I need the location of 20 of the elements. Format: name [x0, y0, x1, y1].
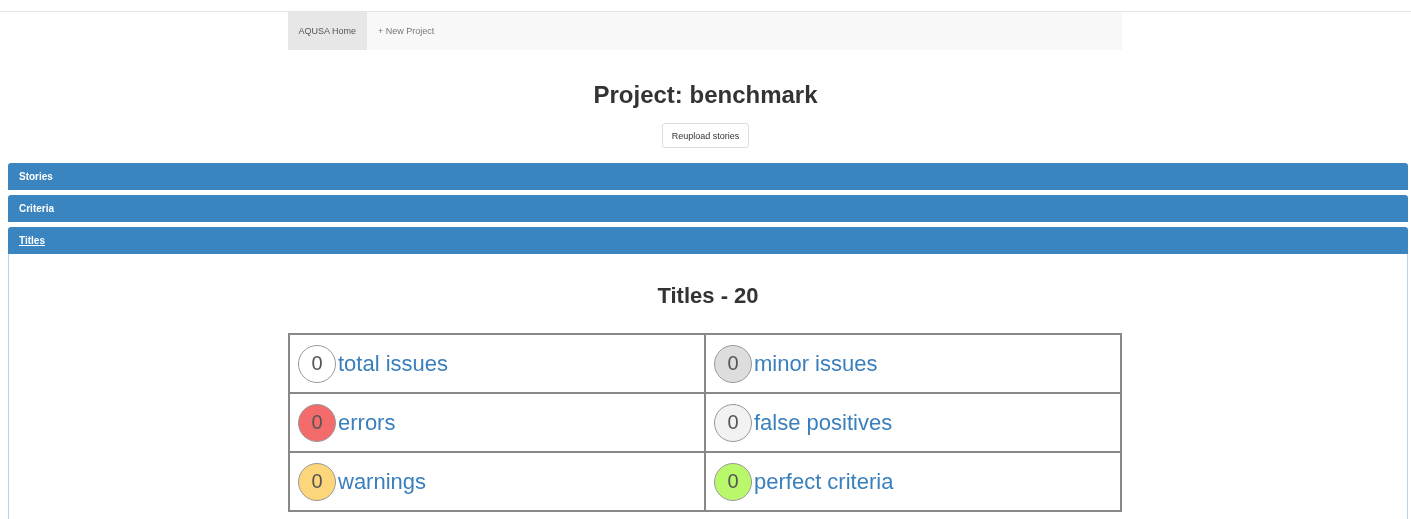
- stat-link[interactable]: errors: [338, 409, 396, 436]
- section-heading: Titles - 20: [656, 282, 760, 310]
- stat-link[interactable]: total issues: [338, 350, 449, 377]
- panel-header[interactable]: Titles: [8, 227, 1408, 254]
- panel-header[interactable]: Stories: [8, 163, 1408, 190]
- stat-link[interactable]: perfect criteria: [754, 468, 894, 495]
- count-badge: 0: [298, 344, 336, 383]
- reupload-button[interactable]: Reupload stories: [661, 123, 750, 148]
- count-badge: 0: [714, 403, 752, 442]
- panel-header[interactable]: Criteria: [8, 195, 1408, 222]
- stat-link[interactable]: minor issues: [754, 350, 878, 377]
- stat-link[interactable]: warnings: [338, 468, 427, 495]
- nav-link[interactable]: + New Project: [367, 12, 446, 50]
- count-badge: 0: [298, 462, 336, 501]
- count-badge: 0: [714, 462, 752, 501]
- page-title: Project: benchmark: [592, 81, 819, 109]
- count-badge: 0: [298, 403, 336, 442]
- count-badge: 0: [714, 344, 752, 383]
- nav-link[interactable]: AQUSA Home: [287, 12, 368, 50]
- stat-link[interactable]: false positives: [754, 409, 893, 436]
